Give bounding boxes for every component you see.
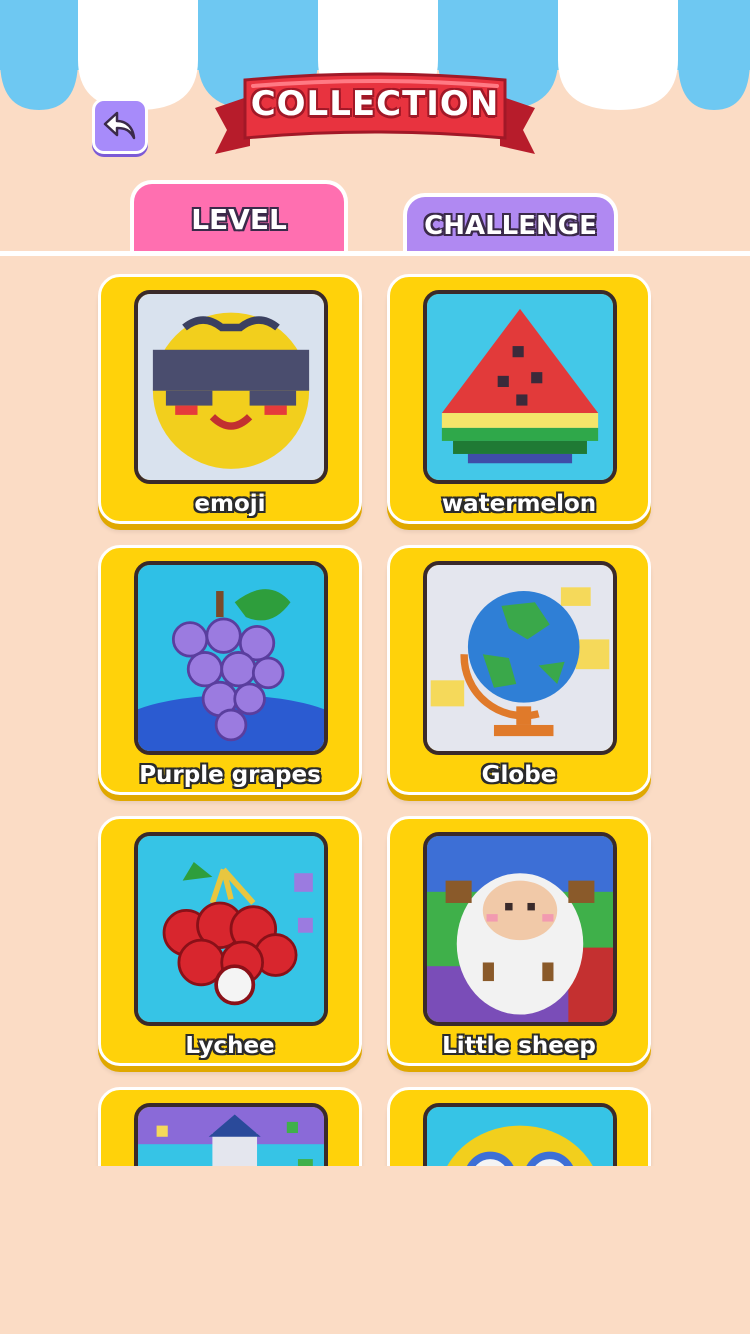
back-button[interactable] [92,98,148,154]
lychee-pixel-art [134,832,328,1026]
tab-challenge[interactable]: CHALLENGE [403,193,618,254]
tab-level-label: LEVEL [191,202,287,236]
tab-divider [0,251,750,256]
collection-card-purple-grapes[interactable]: Purple grapes [98,545,362,795]
grapes-pixel-art [134,561,328,755]
collection-grid[interactable]: emoji watermelon Purple grapes Globe Lyc… [0,258,750,1166]
card-label: emoji [194,491,266,517]
house-pixel-art [134,1103,328,1166]
sheep-pixel-art [423,832,617,1026]
card-label: Little sheep [442,1033,596,1059]
back-arrow-icon [103,111,136,140]
collection-card-globe[interactable]: Globe [387,545,651,795]
collection-card-lychee[interactable]: Lychee [98,816,362,1066]
tab-level[interactable]: LEVEL [130,180,348,254]
card-label: Globe [481,762,557,788]
emoji-pixel-art [134,290,328,484]
collection-card-watermelon[interactable]: watermelon [387,274,651,524]
collection-card-8[interactable] [387,1087,651,1166]
card-label: Purple grapes [139,762,321,788]
bottom-empty-area [0,1166,750,1334]
page-title: COLLECTION [250,84,500,124]
globe-pixel-art [423,561,617,755]
collection-card-7[interactable] [98,1087,362,1166]
tab-challenge-label: CHALLENGE [424,210,597,241]
collection-card-little-sheep[interactable]: Little sheep [387,816,651,1066]
watermelon-pixel-art [423,290,617,484]
owl-pixel-art [423,1103,617,1166]
card-label: Lychee [185,1033,275,1059]
collection-card-emoji[interactable]: emoji [98,274,362,524]
card-label: watermelon [441,491,597,517]
